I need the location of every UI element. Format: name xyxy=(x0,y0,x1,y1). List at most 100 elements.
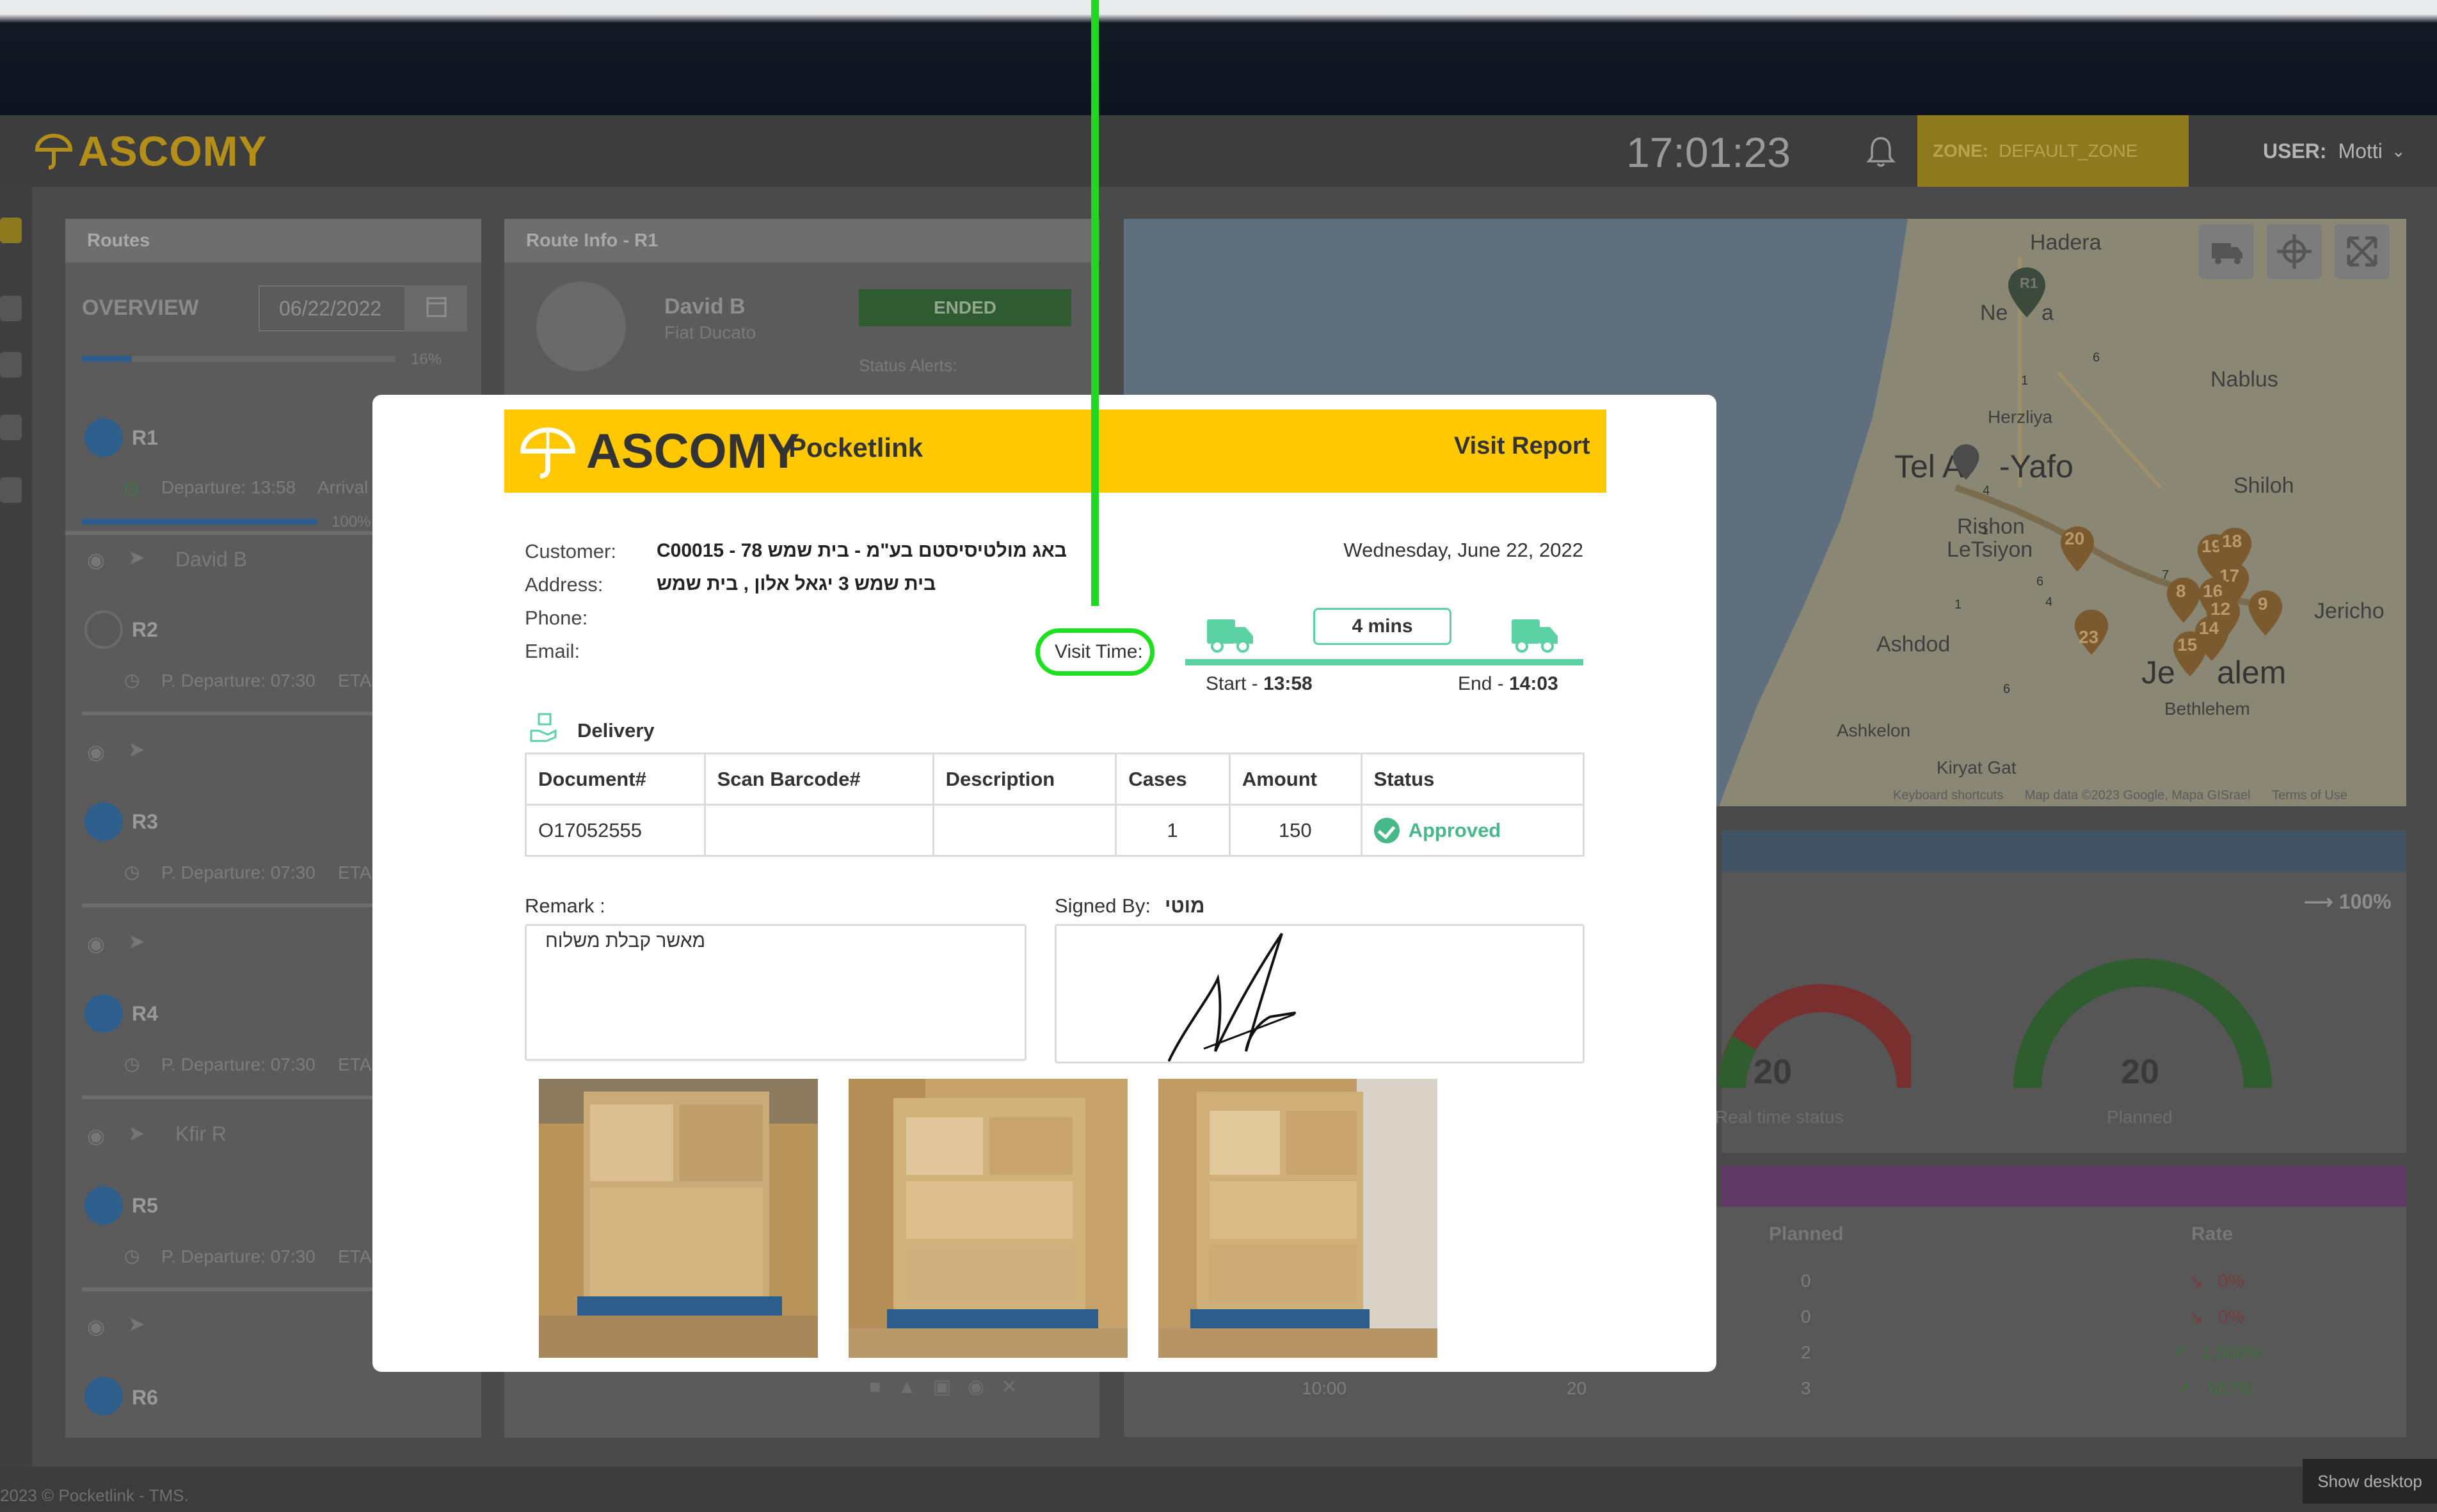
truck-icon xyxy=(84,994,123,1033)
footer-copyright: 2023 © Pocketlink - TMS. xyxy=(0,1486,189,1505)
route-id[interactable]: R5 xyxy=(132,1194,158,1218)
truck-icon xyxy=(84,1186,123,1225)
road-number: 6 xyxy=(2036,575,2044,589)
chevron-down-icon: ⌄ xyxy=(2391,141,2406,161)
truck-map-button[interactable] xyxy=(2199,224,2254,279)
eye-icon[interactable]: ◉ xyxy=(87,932,105,956)
route-id[interactable]: R6 xyxy=(132,1386,158,1410)
signed-by-label: Signed By: xyxy=(1055,895,1151,917)
eye-icon[interactable]: ◉ xyxy=(87,1124,105,1148)
map-city-label: Nablus xyxy=(2210,367,2278,392)
fullscreen-button[interactable] xyxy=(2335,224,2390,279)
visit-date: Wednesday, June 22, 2022 xyxy=(1343,539,1583,561)
map-city-label: -Yafo xyxy=(1999,449,2073,484)
rail-icon[interactable] xyxy=(0,477,22,503)
delivery-table: Document# Scan Barcode# Description Case… xyxy=(525,752,1585,857)
route-eta: ETA: xyxy=(338,1054,377,1074)
recenter-button[interactable] xyxy=(2267,224,2322,279)
gauge-value: 20 xyxy=(1754,1053,1793,1091)
clock-icon: ◷ xyxy=(124,478,140,498)
expand-icon xyxy=(2347,236,2377,267)
user-value: Motti xyxy=(2338,139,2383,163)
delivery-heading: Delivery xyxy=(577,719,655,742)
bell-icon[interactable] xyxy=(1866,136,1896,169)
road-number: 4 xyxy=(2045,595,2053,609)
route-id[interactable]: R4 xyxy=(132,1002,158,1026)
crosshair-icon xyxy=(2277,234,2312,269)
pallet-photo-image xyxy=(539,1079,818,1358)
amount-cell: 150 xyxy=(1228,804,1362,857)
truck-icon xyxy=(84,610,123,649)
description-cell xyxy=(932,804,1117,857)
routes-rail-icon[interactable] xyxy=(0,218,22,243)
route-eta: ETA: xyxy=(338,863,377,882)
email-label: Email: xyxy=(525,640,580,662)
user-label: USER: xyxy=(2263,139,2327,163)
eye-icon[interactable]: ◉ xyxy=(87,548,105,572)
check-circle-icon xyxy=(1373,817,1400,843)
calendar-button[interactable] xyxy=(404,285,467,331)
truck-icon xyxy=(84,1377,123,1415)
rail-icon[interactable] xyxy=(0,296,22,321)
delivery-photo[interactable] xyxy=(539,1079,818,1358)
overview-progress xyxy=(82,356,396,362)
gauge-label: Real time status xyxy=(1715,1107,1844,1127)
send-icon[interactable]: ➤ xyxy=(128,1312,145,1336)
route-id[interactable]: R2 xyxy=(132,618,158,642)
rail-icon[interactable] xyxy=(0,352,22,378)
table-header: Status xyxy=(1360,752,1585,806)
time-cell: 10:00 xyxy=(1302,1378,1347,1398)
route-eta: ETA: xyxy=(338,1246,377,1266)
road-number: 1 xyxy=(2021,374,2029,388)
app-logo[interactable]: ASCOMY xyxy=(33,125,268,177)
remark-value: מאשר קבלת משלוח xyxy=(545,930,706,951)
planned-cell: 0 xyxy=(1801,1307,1811,1326)
actual-cell: 20 xyxy=(1567,1378,1587,1398)
route-id[interactable]: R1 xyxy=(132,426,158,450)
show-desktop-button[interactable]: Show desktop xyxy=(2303,1459,2437,1504)
send-icon[interactable]: ➤ xyxy=(128,737,145,761)
send-icon[interactable]: ➤ xyxy=(128,545,145,569)
eye-icon[interactable]: ◉ xyxy=(87,740,105,764)
keyboard-shortcuts-link[interactable]: Keyboard shortcuts xyxy=(1893,788,2003,802)
rate-cell: 0% xyxy=(2218,1307,2244,1326)
route-departure: Departure: 13:58 xyxy=(161,477,296,497)
report-brand: ASCOMY xyxy=(586,424,800,479)
clock-icon: ◷ xyxy=(124,1246,140,1266)
overview-label: OVERVIEW xyxy=(82,296,199,320)
eye-icon[interactable]: ◉ xyxy=(87,1314,105,1339)
end-value: 14:03 xyxy=(1509,673,1558,694)
driver-name: David B xyxy=(664,294,746,319)
send-icon[interactable]: ➤ xyxy=(128,929,145,953)
trend-down-icon: ↘ xyxy=(2189,1307,2204,1327)
user-menu[interactable]: USER: Motti ⌄ xyxy=(2263,115,2406,187)
route-departure: P. Departure: 07:30 xyxy=(161,863,316,882)
map-pin-r1[interactable] xyxy=(2007,266,2047,319)
real-time-gauge xyxy=(1719,984,1911,1088)
send-icon[interactable]: ➤ xyxy=(128,1121,145,1145)
status-cell: Approved xyxy=(1360,804,1585,857)
delivery-photo[interactable] xyxy=(849,1079,1128,1358)
divider xyxy=(82,903,402,907)
rail-icon[interactable] xyxy=(0,415,22,440)
overview-progress-fill xyxy=(82,356,132,362)
status-text: Approved xyxy=(1408,818,1501,841)
zone-selector[interactable]: ZONE: DEFAULT_ZONE xyxy=(1917,115,2189,187)
map-city-label: Herzliya xyxy=(1988,407,2053,427)
map-pin[interactable] xyxy=(1952,443,1980,481)
phone-label: Phone: xyxy=(525,607,588,629)
signature-image xyxy=(1168,932,1296,1062)
avatar xyxy=(536,282,626,371)
terms-link[interactable]: Terms of Use xyxy=(2272,788,2347,802)
start-label: Start - xyxy=(1206,673,1264,694)
address-value: בית שמש 3 יגאל אלון , בית שמש xyxy=(657,573,936,594)
delivery-photo[interactable] xyxy=(1158,1079,1437,1358)
map-pin-label: R1 xyxy=(2020,275,2038,291)
divider xyxy=(82,1095,402,1099)
signed-by-value: מוטי xyxy=(1165,895,1205,917)
route-info-toolbar[interactable]: ■▲▣◉✕ xyxy=(869,1376,1034,1398)
road-number: 1 xyxy=(1981,523,1989,537)
route-id[interactable]: R3 xyxy=(132,810,158,834)
annotation-line xyxy=(1091,0,1099,606)
trend-up-icon: ↗ xyxy=(2171,1343,2186,1363)
